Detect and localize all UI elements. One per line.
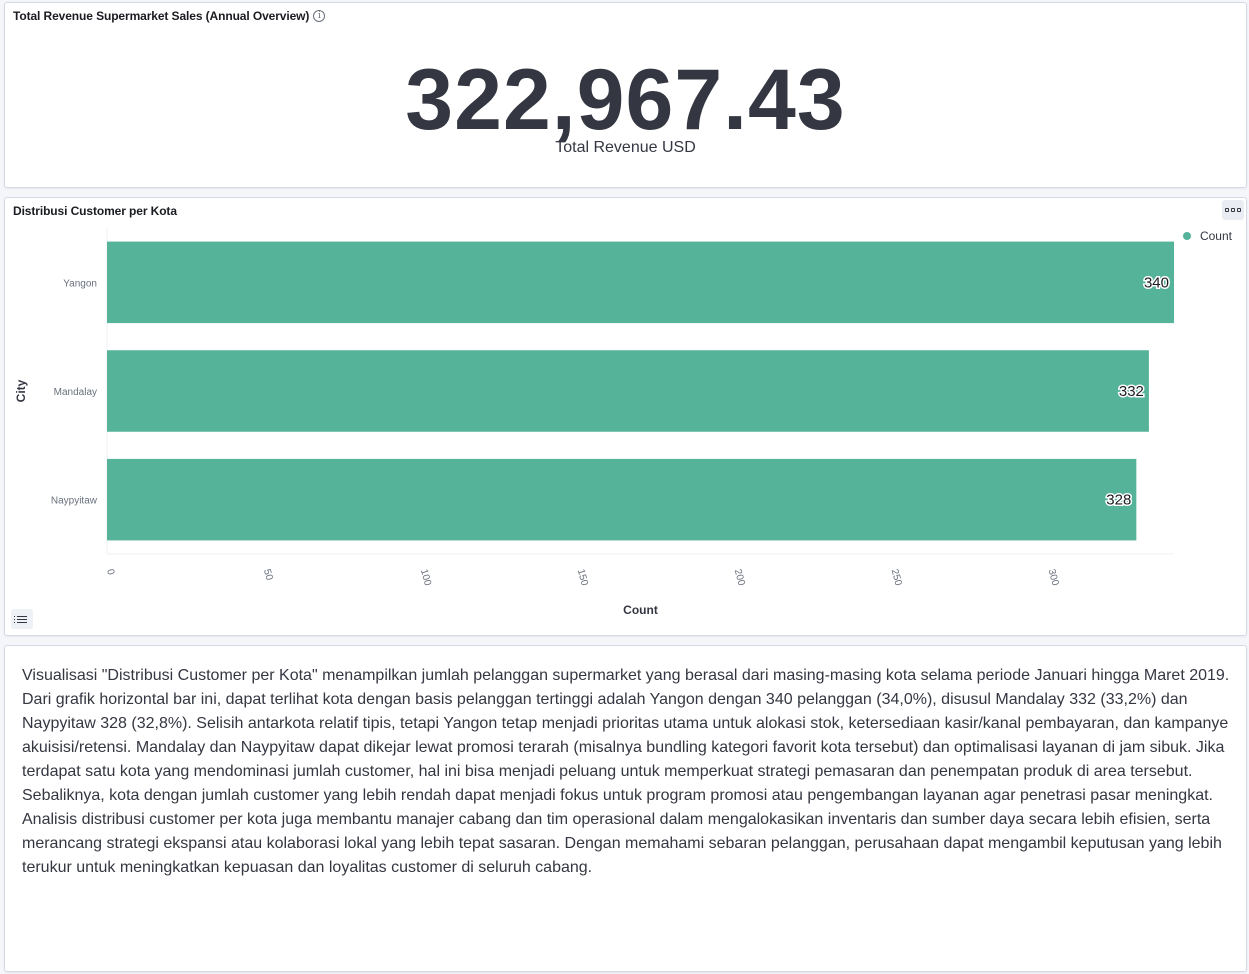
x-tick-label: 100 [418,568,433,587]
y-axis-title: City [14,379,28,402]
markdown-panel: Visualisasi "Distribusi Customer per Kot… [4,645,1247,972]
y-tick-label: Mandalay [54,387,97,398]
metric-panel-header: Total Revenue Supermarket Sales (Annual … [13,9,326,23]
y-tick-label: Naypyitaw [51,496,98,507]
chart-panel: Distribusi Customer per Kota Yangon 340 Ma… [4,197,1247,636]
info-icon[interactable]: i [313,10,326,22]
data-label: 328 [1106,492,1131,509]
x-tick-label: 50 [261,568,275,582]
x-tick-label: 200 [732,568,747,587]
data-label: 340 [1144,274,1169,291]
x-tick-label: 300 [1046,568,1061,587]
legend-color-swatch [1182,232,1191,240]
y-tick-label: Yangon [63,278,97,289]
legend-label: Count [1199,229,1232,243]
bar-yangon [107,241,1174,324]
bar-mandalay [107,350,1149,432]
list-icon [14,615,27,617]
metric-panel-title: Total Revenue Supermarket Sales (Annual … [13,9,310,23]
x-tick-label: 250 [889,568,904,587]
bar-chart: Yangon 340 Mandalay 332 Naypyitaw 328 0 50 100 15… [14,228,1174,617]
list-icon-line [14,621,27,623]
x-axis-title: Count [623,603,658,617]
chart-legend[interactable]: Count [1182,229,1232,243]
x-tick-label: 150 [575,568,590,587]
metric-label: Total Revenue USD [555,139,696,156]
list-icon-line [14,618,27,620]
bar-naypyitaw [107,458,1137,541]
legend-toggle-button[interactable] [11,609,33,629]
chart-description: Visualisasi "Distribusi Customer per Kot… [22,667,1230,876]
x-tick-label: 0 [104,568,116,577]
data-label: 332 [1119,383,1144,400]
metric-panel: Total Revenue Supermarket Sales (Annual … [4,2,1247,188]
metric-value: 322,967.43 [405,52,846,148]
